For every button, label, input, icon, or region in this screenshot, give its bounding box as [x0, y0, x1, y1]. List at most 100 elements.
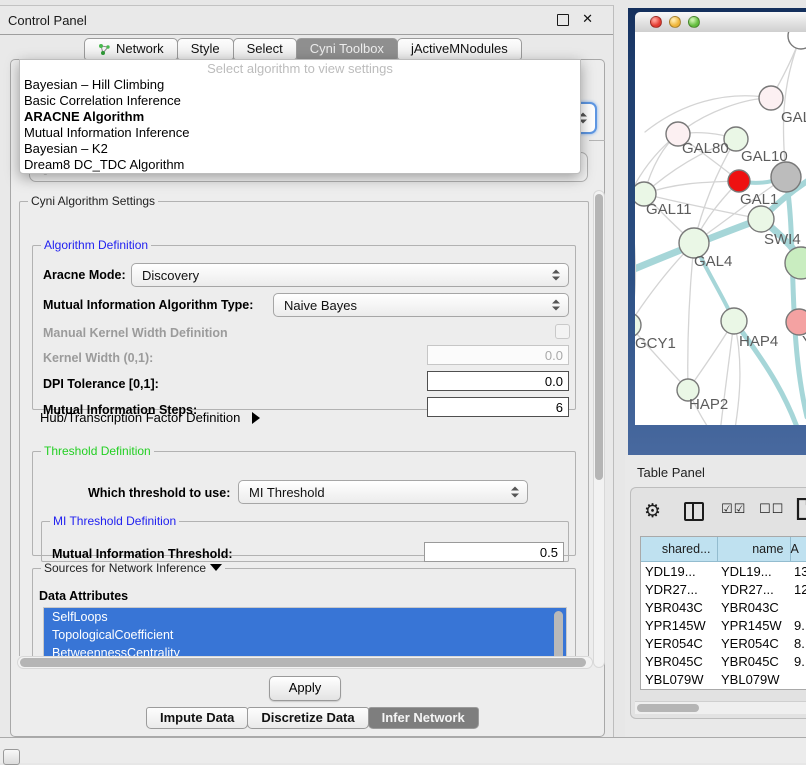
restore-panel-button[interactable]: [3, 749, 20, 765]
table-cell[interactable]: YPR145W: [641, 616, 717, 634]
table-cell[interactable]: YLR345W: [641, 688, 717, 690]
network-edge[interactable]: [645, 96, 771, 132]
hub-definition-expander[interactable]: Hub/Transcription Factor Definition: [40, 410, 260, 425]
unchecked-boxes-icon[interactable]: ☐☐: [759, 501, 784, 517]
table-cell[interactable]: 12: [790, 580, 806, 598]
mi-steps-field[interactable]: [427, 397, 569, 417]
dropdown-item-bayesian-hill-climbing[interactable]: Bayesian – Hill Climbing: [20, 77, 580, 93]
attribute-item-selfloops[interactable]: SelfLoops: [44, 608, 566, 626]
checked-boxes-icon[interactable]: ☑☑: [721, 501, 746, 517]
network-edge[interactable]: [635, 192, 636, 325]
table-cell[interactable]: YLR345W: [717, 688, 790, 690]
tab-impute-data[interactable]: Impute Data: [146, 707, 248, 729]
dropdown-item-bayesian-k2[interactable]: Bayesian – K2: [20, 141, 580, 157]
column-header-name[interactable]: name: [717, 537, 790, 562]
table-cell[interactable]: YPR145W: [717, 616, 790, 634]
network-edge[interactable]: [786, 179, 806, 417]
table-row[interactable]: YER054CYER054C8.: [641, 634, 806, 652]
which-threshold-combobox[interactable]: MI Threshold: [238, 480, 528, 504]
table-row[interactable]: YBR043CYBR043C: [641, 598, 806, 616]
table-cell[interactable]: YBR043C: [641, 598, 717, 616]
attribute-item-betweennesscentrality[interactable]: BetweennessCentrality: [44, 644, 566, 656]
attribute-item-topologicalcoefficient[interactable]: TopologicalCoefficient: [44, 626, 566, 644]
settings-vertical-thumb[interactable]: [595, 194, 603, 480]
table-cell[interactable]: YDR27...: [641, 580, 717, 598]
columns-icon[interactable]: [684, 502, 704, 521]
mi-threshold-field[interactable]: [424, 542, 564, 562]
table-cell[interactable]: 9.: [790, 688, 806, 690]
tab-style[interactable]: Style: [177, 38, 234, 60]
gear-icon[interactable]: ⚙: [644, 500, 661, 523]
table-cell[interactable]: 9.: [790, 616, 806, 634]
table-cell[interactable]: [790, 670, 806, 688]
table-cell[interactable]: YDL19...: [641, 562, 717, 581]
table-cell[interactable]: YBR043C: [717, 598, 790, 616]
table-cell[interactable]: YBR045C: [641, 652, 717, 670]
network-node-swi4[interactable]: [748, 206, 774, 232]
minimize-traffic-light[interactable]: [669, 16, 681, 28]
network-node-y[interactable]: [786, 309, 806, 335]
apply-button[interactable]: Apply: [269, 676, 341, 701]
table-horizontal-scrollbar[interactable]: [635, 701, 806, 714]
zoom-traffic-light[interactable]: [688, 16, 700, 28]
tab-infer-network[interactable]: Infer Network: [368, 707, 479, 729]
tab-cyni-toolbox[interactable]: Cyni Toolbox: [296, 38, 398, 60]
settings-vertical-scrollbar[interactable]: [593, 190, 605, 668]
table-cell[interactable]: [790, 598, 806, 616]
settings-horizontal-scrollbar[interactable]: [17, 656, 593, 669]
network-node-gal[interactable]: [759, 86, 783, 110]
network-node[interactable]: [771, 162, 801, 192]
network-canvas[interactable]: GALGAL80GAL10GAL1GAL11SWI4GAL4GCY1HAP4YH…: [635, 32, 806, 425]
close-traffic-light[interactable]: [650, 16, 662, 28]
table-cell[interactable]: 8.: [790, 634, 806, 652]
column-header-a[interactable]: A: [790, 537, 806, 562]
node-table[interactable]: shared...nameA YDL19...YDL19...13YDR27..…: [640, 536, 806, 690]
table-cell[interactable]: YER054C: [641, 634, 717, 652]
tab-jactivemnodules[interactable]: jActiveMNodules: [397, 38, 522, 60]
network-node[interactable]: [788, 32, 806, 49]
network-node-hap4[interactable]: [721, 308, 747, 334]
dropdown-item-mutual-information-inference[interactable]: Mutual Information Inference: [20, 125, 580, 141]
table-cell[interactable]: 9.: [790, 652, 806, 670]
tab-network[interactable]: Network: [84, 38, 178, 60]
table-header-row[interactable]: shared...nameA: [641, 537, 806, 562]
mi-algorithm-type-combobox[interactable]: Naive Bayes: [273, 293, 569, 317]
table-row[interactable]: YBL079WYBL079W: [641, 670, 806, 688]
table-cell[interactable]: YBL079W: [717, 670, 790, 688]
table-horizontal-thumb[interactable]: [637, 704, 699, 712]
network-edge[interactable]: [644, 181, 739, 194]
network-window-titlebar[interactable]: [635, 12, 806, 33]
table-cell[interactable]: YDL19...: [717, 562, 790, 581]
settings-horizontal-thumb[interactable]: [20, 658, 586, 667]
network-edge[interactable]: [678, 98, 771, 134]
table-cell[interactable]: YDR27...: [717, 580, 790, 598]
table-row[interactable]: YBR045CYBR045C9.: [641, 652, 806, 670]
tab-discretize-data[interactable]: Discretize Data: [247, 707, 368, 729]
dropdown-item-dream8-dc-tdc-algorithm[interactable]: Dream8 DC_TDC Algorithm: [20, 157, 580, 173]
table-row[interactable]: YPR145WYPR145W9.: [641, 616, 806, 634]
aracne-mode-combobox[interactable]: Discovery: [131, 263, 569, 287]
network-node-gcy1[interactable]: [635, 313, 641, 337]
cyni-group-title: Cyni Algorithm Settings: [28, 194, 158, 208]
dropdown-item-basic-correlation-inference[interactable]: Basic Correlation Inference: [20, 93, 580, 109]
table-row[interactable]: YDL19...YDL19...13: [641, 562, 806, 581]
float-panel-icon[interactable]: [557, 14, 569, 26]
tab-network-label: Network: [116, 39, 164, 59]
column-header-shared[interactable]: shared...: [641, 537, 717, 562]
list-scrollbar-thumb[interactable]: [554, 611, 563, 656]
close-panel-icon[interactable]: ✕: [582, 11, 593, 27]
dpi-tolerance-field[interactable]: [427, 371, 569, 391]
table-cell[interactable]: YBR045C: [717, 652, 790, 670]
table-row[interactable]: YLR345WYLR345W9.: [641, 688, 806, 690]
threshold-definition-title: Threshold Definition: [41, 444, 154, 458]
table-cell[interactable]: YER054C: [717, 634, 790, 652]
dropdown-item-aracne-algorithm[interactable]: ARACNE Algorithm: [20, 109, 580, 125]
tab-select[interactable]: Select: [233, 38, 297, 60]
document-icon[interactable]: [796, 498, 806, 525]
network-node[interactable]: [785, 247, 806, 279]
table-cell[interactable]: YBL079W: [641, 670, 717, 688]
table-row[interactable]: YDR27...YDR27...12: [641, 580, 806, 598]
network-node-gal1[interactable]: [728, 170, 750, 192]
table-cell[interactable]: 13: [790, 562, 806, 581]
data-attributes-list[interactable]: SelfLoopsTopologicalCoefficientBetweenne…: [43, 607, 567, 656]
